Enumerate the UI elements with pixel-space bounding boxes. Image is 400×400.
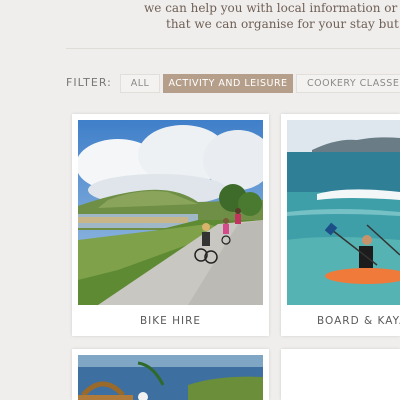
activity-card-bike-hire[interactable]: BIKE HIRE <box>72 114 269 336</box>
intro-line-2: that we can organise for your stay but p… <box>166 17 400 31</box>
filter-activity-and-leisure-button[interactable]: ACTIVITY AND LEISURE <box>163 74 293 93</box>
activity-card-board-and-kayak[interactable]: BOARD & KAYA <box>281 114 400 336</box>
activity-card-title[interactable]: BIKE HIRE <box>72 315 269 327</box>
intro-line-1: we can help you with local information o… <box>144 1 400 15</box>
cyclists-on-coastal-path-photo <box>78 120 263 305</box>
picnic-basket-by-sea-photo <box>78 355 263 400</box>
intro-text: we can help you with local information o… <box>0 0 400 40</box>
activity-card-3[interactable] <box>72 349 269 400</box>
filter-label: FILTER: <box>66 76 112 89</box>
kayakers-at-beach-photo <box>287 120 400 305</box>
filter-cookery-classes-button[interactable]: COOKERY CLASSES <box>296 74 400 93</box>
filter-all-button[interactable]: ALL <box>120 74 160 93</box>
activity-card-4[interactable] <box>281 349 400 400</box>
activity-card-title[interactable]: BOARD & KAYA <box>317 315 400 327</box>
divider <box>66 48 400 49</box>
